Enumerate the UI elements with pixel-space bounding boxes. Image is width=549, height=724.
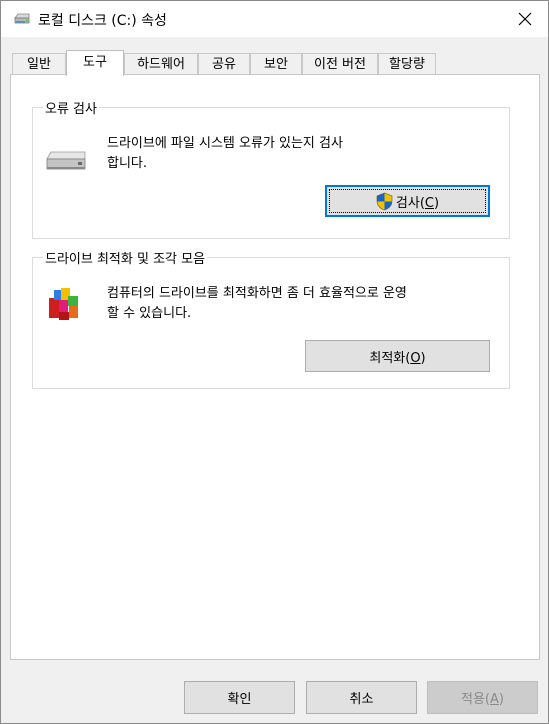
title-bar: 로컬 디스크 (C:) 속성	[1, 1, 548, 37]
error-check-description: 드라이브에 파일 시스템 오류가 있는지 검사 합니다.	[107, 134, 343, 174]
uac-shield-icon	[376, 192, 393, 210]
apply-button[interactable]: 적용(A)	[427, 681, 538, 714]
close-icon	[518, 12, 532, 26]
optimize-title: 드라이브 최적화 및 조각 모음	[43, 248, 208, 267]
optimize-button-label: 최적화(O)	[369, 350, 426, 366]
apply-button-label: 적용(A)	[461, 692, 504, 707]
optimize-desc-line1: 컴퓨터의 드라이브를 최적화하면 좀 더 효율적으로 운영	[107, 286, 407, 301]
properties-window: 로컬 디스크 (C:) 속성 일반 도구 하드웨어 공유 보안 이전 버전 할당…	[0, 0, 549, 724]
ok-button-label: 확인	[227, 692, 252, 707]
window-title: 로컬 디스크 (C:) 속성	[38, 13, 167, 29]
tab-hardware[interactable]: 하드웨어	[124, 53, 198, 75]
drive-icon	[13, 11, 31, 27]
ok-button[interactable]: 확인	[184, 681, 295, 714]
tab-quota[interactable]: 할당량	[378, 53, 436, 75]
cancel-button[interactable]: 취소	[306, 681, 417, 714]
optimize-desc-line2: 할 수 있습니다.	[107, 306, 192, 321]
check-button[interactable]: 검사(C)	[325, 185, 490, 217]
check-button-label: 검사(C)	[395, 195, 440, 211]
error-check-group: 오류 검사 드라이브에 파일 시스템 오류가 있는지 검사 합니다. 검사(C)	[32, 98, 510, 239]
error-check-desc-line1: 드라이브에 파일 시스템 오류가 있는지 검사	[107, 136, 343, 151]
error-check-desc-line2: 합니다.	[107, 156, 148, 171]
tab-general[interactable]: 일반	[12, 53, 66, 75]
close-button[interactable]	[502, 1, 548, 37]
tab-tools[interactable]: 도구	[66, 50, 124, 76]
tab-content: 오류 검사 드라이브에 파일 시스템 오류가 있는지 검사 합니다. 검사(C)…	[10, 74, 540, 660]
drive-icon	[45, 150, 87, 176]
tab-previous-versions[interactable]: 이전 버전	[302, 53, 378, 75]
defrag-icon	[45, 284, 85, 328]
error-check-title: 오류 검사	[43, 98, 99, 117]
tab-security[interactable]: 보안	[250, 53, 302, 75]
optimize-button[interactable]: 최적화(O)	[305, 340, 490, 372]
cancel-button-label: 취소	[349, 692, 374, 707]
optimize-description: 컴퓨터의 드라이브를 최적화하면 좀 더 효율적으로 운영 할 수 있습니다.	[107, 284, 407, 324]
tab-strip: 일반 도구 하드웨어 공유 보안 이전 버전 할당량	[10, 50, 540, 76]
optimize-group: 드라이브 최적화 및 조각 모음 컴퓨터의 드라이브를 최적화하면 좀 더 효율…	[32, 248, 510, 389]
tab-sharing[interactable]: 공유	[198, 53, 250, 75]
